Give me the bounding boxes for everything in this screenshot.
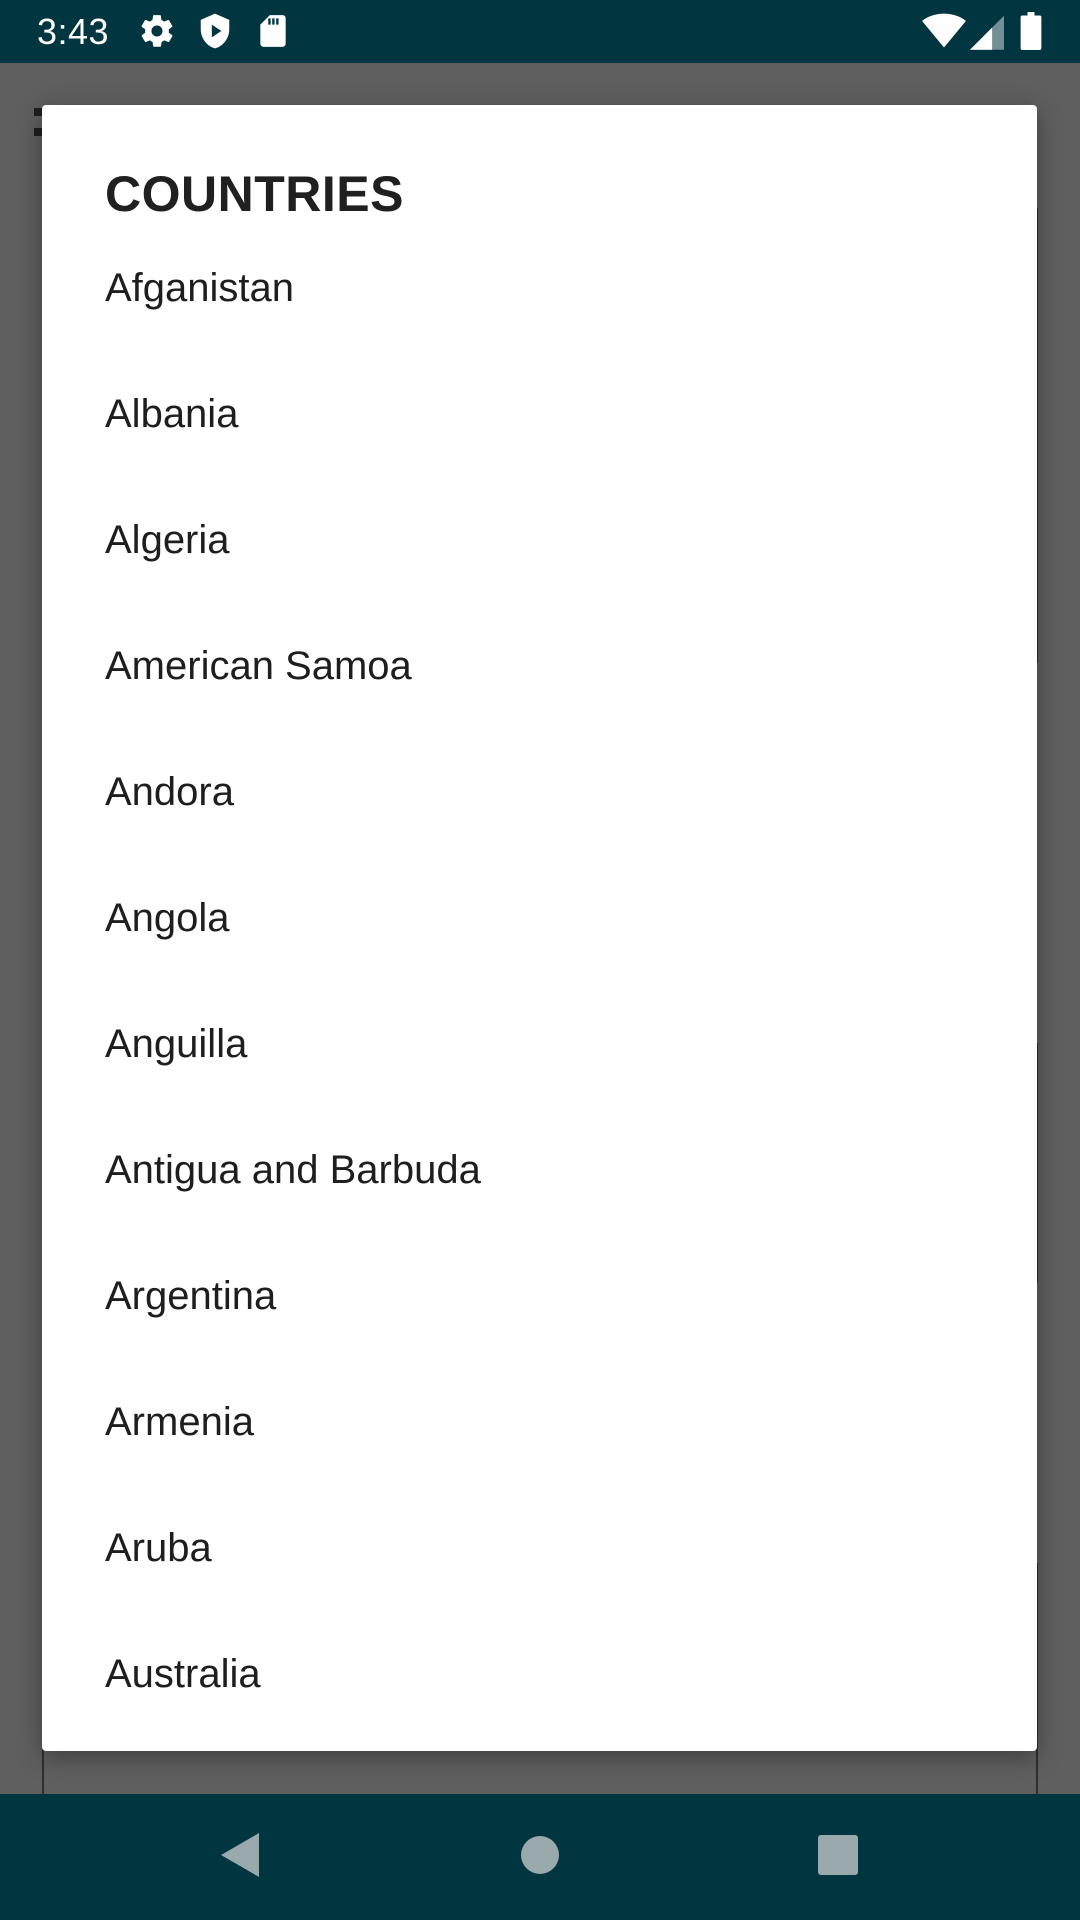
country-item[interactable]: Australia [42,1611,1037,1737]
country-item[interactable]: American Samoa [42,603,1037,729]
country-item[interactable]: Albania [42,351,1037,477]
gear-icon [138,12,176,55]
country-item[interactable]: Angola [42,855,1037,981]
country-list: Afganistan Albania Algeria American Samo… [42,225,1037,1737]
wifi-icon [922,12,966,55]
country-item[interactable]: Anguilla [42,981,1037,1107]
battery-icon [1020,12,1042,55]
recents-button[interactable] [768,1794,908,1920]
dialog-title: COUNTRIES [105,166,404,222]
countries-dialog: COUNTRIES Afganistan Albania Algeria Ame… [42,105,1037,1751]
country-item[interactable]: Antigua and Barbuda [42,1107,1037,1233]
cell-signal-icon [970,12,1004,55]
status-bar: 3:43 [0,0,1080,63]
sd-card-icon [254,12,292,55]
country-item[interactable]: Afganistan [42,225,1037,351]
country-item[interactable]: Argentina [42,1233,1037,1359]
country-item[interactable]: Algeria [42,477,1037,603]
status-time: 3:43 [37,11,110,52]
home-button[interactable] [470,1794,610,1920]
back-icon [219,1831,261,1884]
shield-play-icon [196,12,234,55]
country-item[interactable]: Aruba [42,1485,1037,1611]
country-item[interactable]: Andora [42,729,1037,855]
recents-icon [817,1834,859,1881]
navigation-bar [0,1794,1080,1920]
country-item[interactable]: Armenia [42,1359,1037,1485]
home-icon [520,1835,560,1880]
back-button[interactable] [170,1794,310,1920]
